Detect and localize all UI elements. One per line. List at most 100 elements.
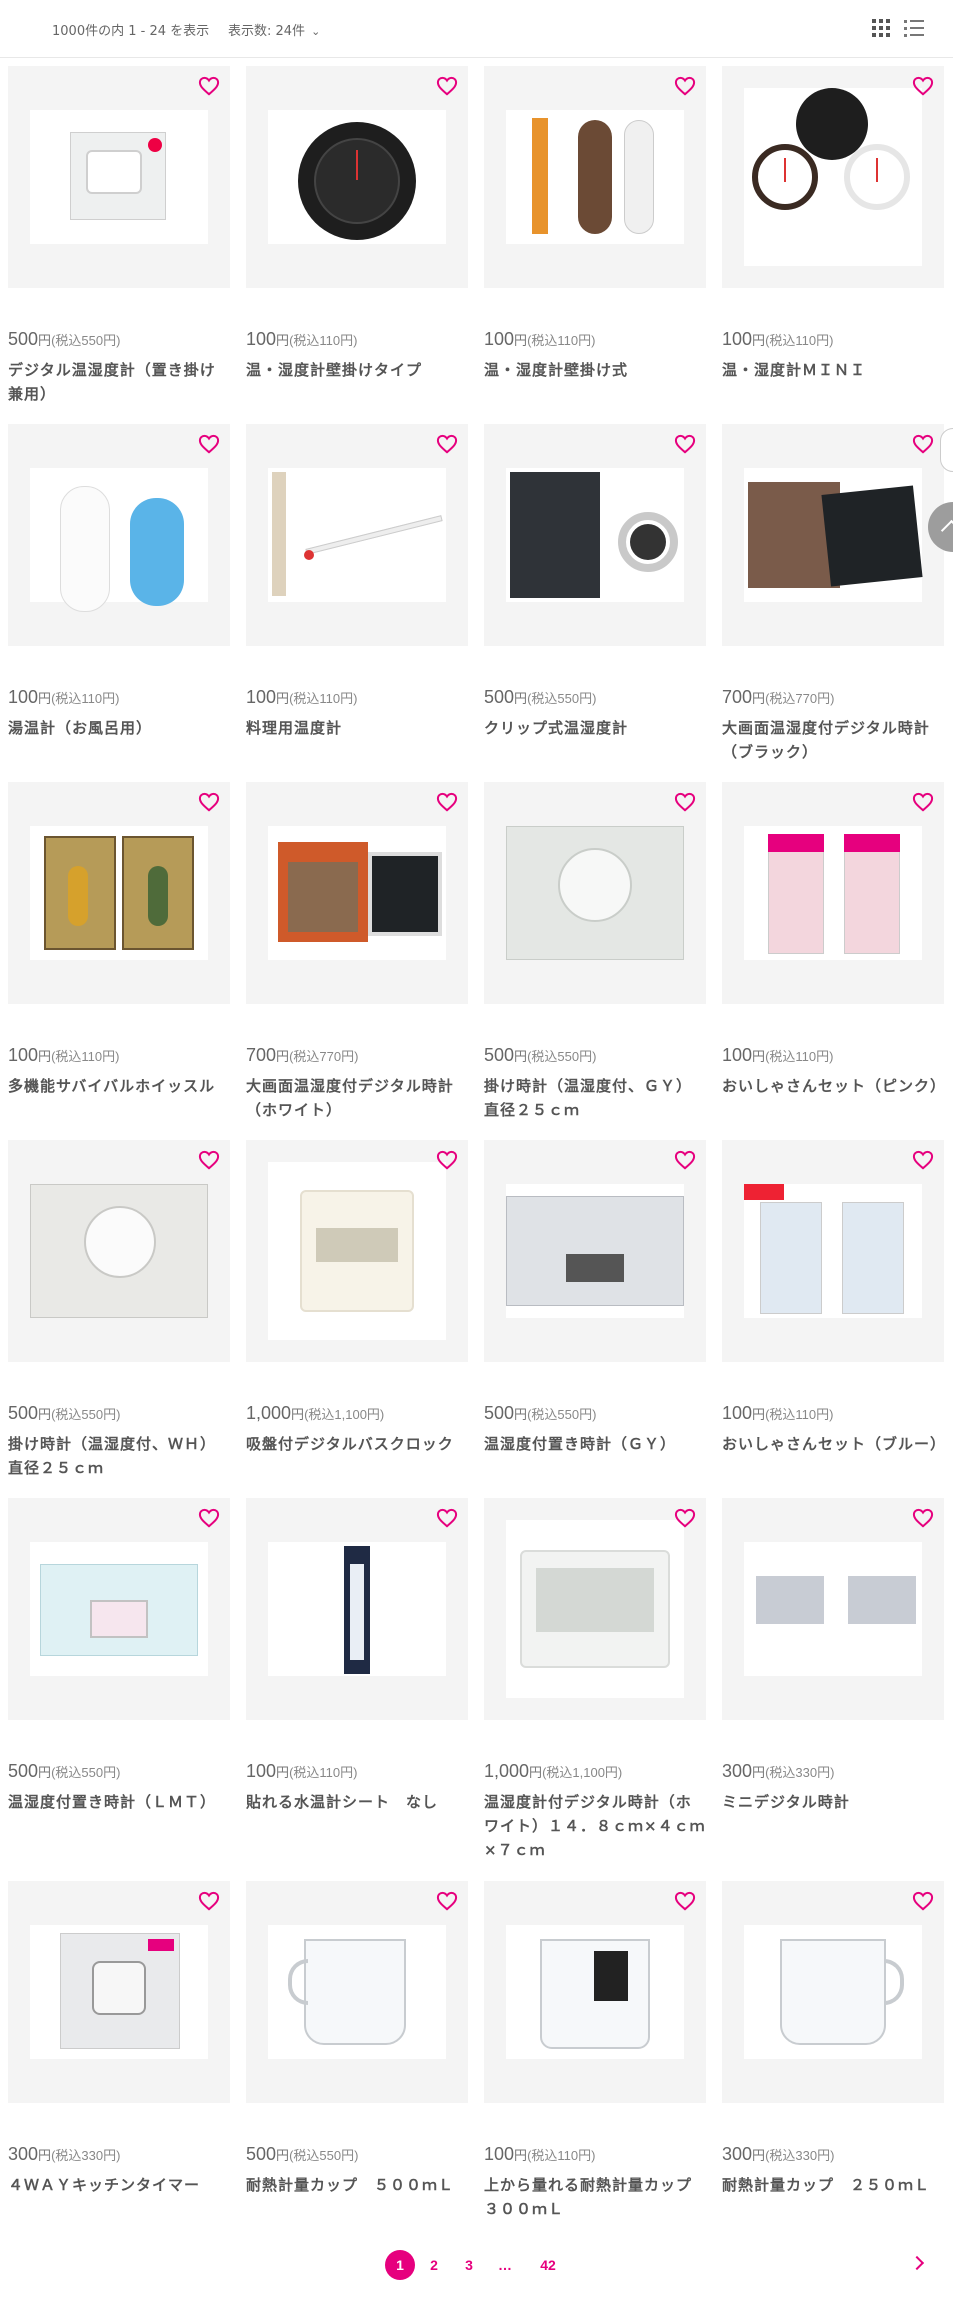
product-name[interactable]: 耐熱計量カップ ２５０ｍＬ <box>722 2173 944 2197</box>
price-currency: 円 <box>529 1765 543 1780</box>
product-name[interactable]: 温湿度付置き時計（ＧＹ） <box>484 1432 706 1456</box>
list-view-icon[interactable] <box>904 19 924 37</box>
product-image[interactable] <box>8 1140 230 1362</box>
page-42-link[interactable]: 42 <box>536 2250 560 2280</box>
product-name[interactable]: 湯温計（お風呂用） <box>8 716 230 740</box>
page-3-link: 3 <box>465 2257 473 2273</box>
product-name[interactable]: 温・湿度計壁掛けタイプ <box>246 358 468 382</box>
favorite-heart-icon[interactable] <box>674 1150 696 1170</box>
product-image[interactable] <box>484 66 706 288</box>
product-name[interactable]: デジタル温湿度計（置き掛け兼用） <box>8 358 230 406</box>
per-page-select[interactable]: 表示数: 24件 ⌄ <box>228 20 320 39</box>
product-image[interactable] <box>722 424 944 646</box>
favorite-heart-icon[interactable] <box>912 434 934 454</box>
favorite-heart-icon[interactable] <box>912 1891 934 1911</box>
page-2-link[interactable]: 2 <box>427 2250 441 2280</box>
favorite-heart-icon[interactable] <box>674 1508 696 1528</box>
price-value: 100 <box>246 1761 277 1781</box>
favorite-heart-icon[interactable] <box>198 792 220 812</box>
product-name[interactable]: 料理用温度計 <box>246 716 468 740</box>
product-name[interactable]: 耐熱計量カップ ５００ｍＬ <box>246 2173 468 2197</box>
favorite-heart-icon[interactable] <box>674 792 696 812</box>
product-image[interactable] <box>246 1881 468 2103</box>
product-image[interactable] <box>722 66 944 288</box>
next-page-icon[interactable] <box>909 2255 925 2271</box>
favorite-heart-icon[interactable] <box>436 1891 458 1911</box>
product-photo <box>744 826 922 960</box>
favorite-heart-icon[interactable] <box>912 1508 934 1528</box>
product-image[interactable] <box>722 1140 944 1362</box>
favorite-heart-icon[interactable] <box>674 76 696 96</box>
product-name[interactable]: クリップ式温湿度計 <box>484 716 706 740</box>
grid-view-icon[interactable] <box>872 19 890 37</box>
favorite-heart-icon[interactable] <box>436 1508 458 1528</box>
product-photo <box>268 468 446 602</box>
favorite-heart-icon[interactable] <box>674 1891 696 1911</box>
price-currency: 円 <box>752 691 766 706</box>
product-image[interactable] <box>722 782 944 1004</box>
product-image[interactable] <box>722 1498 944 1720</box>
product-image[interactable] <box>8 424 230 646</box>
price-currency: 円 <box>276 333 290 348</box>
product-image[interactable] <box>246 1140 468 1362</box>
product-image[interactable] <box>722 1881 944 2103</box>
product-image[interactable] <box>8 1881 230 2103</box>
product-name[interactable]: 温・湿度計壁掛け式 <box>484 358 706 382</box>
product-name[interactable]: おいしゃさんセット（ブルー） <box>722 1432 945 1456</box>
product-image[interactable] <box>246 1498 468 1720</box>
favorite-heart-icon[interactable] <box>198 1508 220 1528</box>
product-image[interactable] <box>246 424 468 646</box>
product-name[interactable]: 大画面温湿度付デジタル時計（ホワイト） <box>246 1074 468 1122</box>
favorite-heart-icon[interactable] <box>436 792 458 812</box>
product-name[interactable]: 温・湿度計ＭＩＮＩ <box>722 358 944 382</box>
product-photo <box>30 1542 208 1676</box>
product-name[interactable]: 上から量れる耐熱計量カップ３００ｍＬ <box>484 2173 706 2221</box>
favorite-heart-icon[interactable] <box>436 434 458 454</box>
price-tax-included: (税込330円) <box>51 2148 121 2163</box>
favorite-heart-icon[interactable] <box>198 1891 220 1911</box>
product-image[interactable] <box>484 1881 706 2103</box>
product-image[interactable] <box>484 1498 706 1720</box>
product-price: 1,000円(税込1,100円) <box>484 1761 622 1782</box>
favorite-heart-icon[interactable] <box>198 76 220 96</box>
favorite-heart-icon[interactable] <box>436 76 458 96</box>
product-image[interactable] <box>246 66 468 288</box>
price-value: 500 <box>484 1045 515 1065</box>
favorite-heart-icon[interactable] <box>436 1150 458 1170</box>
product-image[interactable] <box>8 1498 230 1720</box>
product-image[interactable] <box>8 782 230 1004</box>
product-name[interactable]: 温湿度付置き時計（ＬＭＴ） <box>8 1790 230 1814</box>
product-name[interactable]: 掛け時計（温湿度付、ＧＹ）直径２５ｃｍ <box>484 1074 706 1122</box>
product-price: 500円(税込550円) <box>484 1403 596 1424</box>
favorite-heart-icon[interactable] <box>912 76 934 96</box>
product-name[interactable]: おいしゃさんセット（ピンク） <box>722 1074 945 1098</box>
product-image[interactable] <box>484 424 706 646</box>
product-price: 700円(税込770円) <box>246 1045 358 1066</box>
product-image[interactable] <box>246 782 468 1004</box>
product-name[interactable]: 大画面温湿度付デジタル時計（ブラック） <box>722 716 944 764</box>
favorite-heart-icon[interactable] <box>912 1150 934 1170</box>
product-name[interactable]: 多機能サバイバルホイッスル <box>8 1074 230 1098</box>
product-name[interactable]: 貼れる水温計シート なし <box>246 1790 468 1814</box>
price-currency: 円 <box>38 333 52 348</box>
chat-bubble-icon[interactable] <box>940 428 953 472</box>
favorite-heart-icon[interactable] <box>912 792 934 812</box>
product-photo <box>744 88 922 266</box>
favorite-heart-icon[interactable] <box>198 434 220 454</box>
product-name[interactable]: ４ＷＡＹキッチンタイマー <box>8 2173 230 2197</box>
price-value: 500 <box>246 2144 277 2164</box>
favorite-heart-icon[interactable] <box>674 434 696 454</box>
product-photo <box>30 1925 208 2059</box>
product-image[interactable] <box>8 66 230 288</box>
product-image[interactable] <box>484 1140 706 1362</box>
product-name[interactable]: 温湿度計付デジタル時計（ホワイト）１４．８ｃｍ×４ｃｍ×７ｃｍ <box>484 1790 706 1862</box>
price-currency: 円 <box>752 2148 766 2163</box>
price-currency: 円 <box>514 333 528 348</box>
product-image[interactable] <box>484 782 706 1004</box>
product-name[interactable]: ミニデジタル時計 <box>722 1790 944 1814</box>
page-1-link[interactable]: 1 <box>385 2250 415 2280</box>
price-value: 700 <box>246 1045 277 1065</box>
favorite-heart-icon[interactable] <box>198 1150 220 1170</box>
product-name[interactable]: 掛け時計（温湿度付、ＷＨ）直径２５ｃｍ <box>8 1432 230 1480</box>
product-name[interactable]: 吸盤付デジタルバスクロック <box>246 1432 468 1456</box>
